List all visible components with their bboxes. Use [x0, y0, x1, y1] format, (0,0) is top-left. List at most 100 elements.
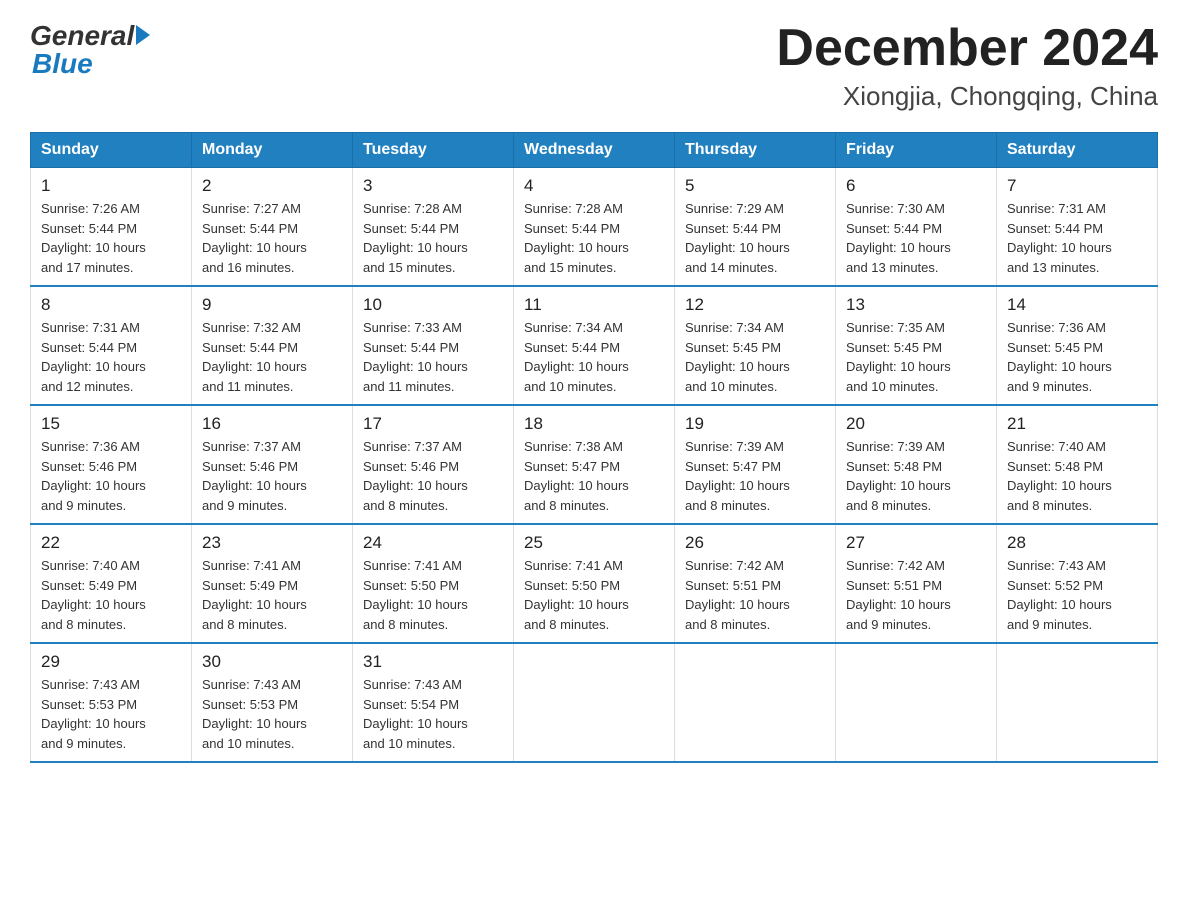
daylight-minutes-text: and 8 minutes.: [524, 615, 664, 635]
calendar-day-cell: [675, 643, 836, 762]
day-info: Sunrise: 7:27 AMSunset: 5:44 PMDaylight:…: [202, 199, 342, 277]
daylight-minutes-text: and 9 minutes.: [202, 496, 342, 516]
sunset-text: Sunset: 5:49 PM: [41, 576, 181, 596]
calendar-day-cell: 12Sunrise: 7:34 AMSunset: 5:45 PMDayligh…: [675, 286, 836, 405]
logo-blue-text: Blue: [32, 48, 93, 80]
daylight-minutes-text: and 11 minutes.: [363, 377, 503, 397]
day-number: 21: [1007, 414, 1147, 434]
day-info: Sunrise: 7:36 AMSunset: 5:46 PMDaylight:…: [41, 437, 181, 515]
day-number: 4: [524, 176, 664, 196]
sunrise-text: Sunrise: 7:38 AM: [524, 437, 664, 457]
calendar-week-row: 29Sunrise: 7:43 AMSunset: 5:53 PMDayligh…: [31, 643, 1158, 762]
location-title: Xiongjia, Chongqing, China: [776, 81, 1158, 112]
sunrise-text: Sunrise: 7:43 AM: [202, 675, 342, 695]
day-number: 1: [41, 176, 181, 196]
daylight-minutes-text: and 8 minutes.: [524, 496, 664, 516]
daylight-hours-text: Daylight: 10 hours: [685, 238, 825, 258]
calendar-day-cell: 22Sunrise: 7:40 AMSunset: 5:49 PMDayligh…: [31, 524, 192, 643]
day-info: Sunrise: 7:39 AMSunset: 5:48 PMDaylight:…: [846, 437, 986, 515]
sunset-text: Sunset: 5:53 PM: [41, 695, 181, 715]
daylight-minutes-text: and 11 minutes.: [202, 377, 342, 397]
sunset-text: Sunset: 5:44 PM: [202, 338, 342, 358]
sunrise-text: Sunrise: 7:43 AM: [41, 675, 181, 695]
daylight-minutes-text: and 8 minutes.: [1007, 496, 1147, 516]
day-number: 27: [846, 533, 986, 553]
day-number: 2: [202, 176, 342, 196]
calendar-day-cell: 21 Sunrise: 7:40 AMSunset: 5:48 PMDayligh…: [997, 405, 1158, 524]
daylight-minutes-text: and 8 minutes.: [363, 496, 503, 516]
day-info: Sunrise: 7:40 AMSunset: 5:48 PMDaylight:…: [1007, 437, 1147, 515]
day-number: 8: [41, 295, 181, 315]
daylight-minutes-text: and 9 minutes.: [1007, 615, 1147, 635]
sunset-text: Sunset: 5:44 PM: [363, 338, 503, 358]
day-number: 22: [41, 533, 181, 553]
sunset-text: Sunset: 5:48 PM: [846, 457, 986, 477]
sunset-text: Sunset: 5:46 PM: [363, 457, 503, 477]
daylight-hours-text: Daylight: 10 hours: [202, 476, 342, 496]
day-number: 9: [202, 295, 342, 315]
calendar-day-cell: 1Sunrise: 7:26 AMSunset: 5:44 PMDaylight…: [31, 168, 192, 287]
day-info: Sunrise: 7:36 AMSunset: 5:45 PMDaylight:…: [1007, 318, 1147, 396]
daylight-minutes-text: and 8 minutes.: [202, 615, 342, 635]
daylight-hours-text: Daylight: 10 hours: [363, 714, 503, 734]
daylight-hours-text: Daylight: 10 hours: [41, 595, 181, 615]
day-number: 25: [524, 533, 664, 553]
calendar-day-cell: 6Sunrise: 7:30 AMSunset: 5:44 PMDaylight…: [836, 168, 997, 287]
daylight-minutes-text: and 9 minutes.: [1007, 377, 1147, 397]
daylight-hours-text: Daylight: 10 hours: [524, 238, 664, 258]
calendar-day-cell: 8Sunrise: 7:31 AMSunset: 5:44 PMDaylight…: [31, 286, 192, 405]
sunrise-text: Sunrise: 7:33 AM: [363, 318, 503, 338]
logo-triangle-icon: [136, 25, 150, 45]
calendar-week-row: 1Sunrise: 7:26 AMSunset: 5:44 PMDaylight…: [31, 168, 1158, 287]
sunrise-text: Sunrise: 7:43 AM: [363, 675, 503, 695]
day-info: Sunrise: 7:28 AMSunset: 5:44 PMDaylight:…: [363, 199, 503, 277]
day-info: Sunrise: 7:43 AMSunset: 5:53 PMDaylight:…: [202, 675, 342, 753]
daylight-hours-text: Daylight: 10 hours: [1007, 595, 1147, 615]
day-info: Sunrise: 7:42 AMSunset: 5:51 PMDaylight:…: [685, 556, 825, 634]
sunset-text: Sunset: 5:51 PM: [846, 576, 986, 596]
calendar-week-row: 8Sunrise: 7:31 AMSunset: 5:44 PMDaylight…: [31, 286, 1158, 405]
daylight-minutes-text: and 10 minutes.: [524, 377, 664, 397]
sunrise-text: Sunrise: 7:29 AM: [685, 199, 825, 219]
day-info: Sunrise: 7:37 AMSunset: 5:46 PMDaylight:…: [202, 437, 342, 515]
daylight-minutes-text: and 17 minutes.: [41, 258, 181, 278]
calendar-day-cell: 2 Sunrise: 7:27 AMSunset: 5:44 PMDaylight…: [192, 168, 353, 287]
sunset-text: Sunset: 5:52 PM: [1007, 576, 1147, 596]
sunrise-text: Sunrise: 7:36 AM: [1007, 318, 1147, 338]
weekday-header-monday: Monday: [192, 133, 353, 168]
sunrise-text: Sunrise: 7:41 AM: [363, 556, 503, 576]
calendar-day-cell: [836, 643, 997, 762]
sunset-text: Sunset: 5:48 PM: [1007, 457, 1147, 477]
calendar-day-cell: 13Sunrise: 7:35 AMSunset: 5:45 PMDayligh…: [836, 286, 997, 405]
calendar-day-cell: 23Sunrise: 7:41 AMSunset: 5:49 PMDayligh…: [192, 524, 353, 643]
calendar-day-cell: [514, 643, 675, 762]
logo: General Blue: [30, 20, 150, 80]
day-info: Sunrise: 7:41 AMSunset: 5:50 PMDaylight:…: [363, 556, 503, 634]
calendar-day-cell: 11Sunrise: 7:34 AMSunset: 5:44 PMDayligh…: [514, 286, 675, 405]
calendar-day-cell: 28Sunrise: 7:43 AMSunset: 5:52 PMDayligh…: [997, 524, 1158, 643]
sunrise-text: Sunrise: 7:41 AM: [524, 556, 664, 576]
sunset-text: Sunset: 5:44 PM: [685, 219, 825, 239]
day-info: Sunrise: 7:35 AMSunset: 5:45 PMDaylight:…: [846, 318, 986, 396]
daylight-hours-text: Daylight: 10 hours: [846, 476, 986, 496]
daylight-hours-text: Daylight: 10 hours: [1007, 476, 1147, 496]
sunrise-text: Sunrise: 7:30 AM: [846, 199, 986, 219]
daylight-minutes-text: and 12 minutes.: [41, 377, 181, 397]
sunrise-text: Sunrise: 7:35 AM: [846, 318, 986, 338]
daylight-minutes-text: and 8 minutes.: [685, 615, 825, 635]
sunset-text: Sunset: 5:44 PM: [41, 338, 181, 358]
weekday-header-sunday: Sunday: [31, 133, 192, 168]
daylight-hours-text: Daylight: 10 hours: [363, 595, 503, 615]
day-info: Sunrise: 7:43 AMSunset: 5:54 PMDaylight:…: [363, 675, 503, 753]
sunset-text: Sunset: 5:54 PM: [363, 695, 503, 715]
calendar-day-cell: 10Sunrise: 7:33 AMSunset: 5:44 PMDayligh…: [353, 286, 514, 405]
day-info: Sunrise: 7:31 AMSunset: 5:44 PMDaylight:…: [1007, 199, 1147, 277]
day-info: Sunrise: 7:43 AMSunset: 5:53 PMDaylight:…: [41, 675, 181, 753]
daylight-minutes-text: and 15 minutes.: [363, 258, 503, 278]
sunrise-text: Sunrise: 7:31 AM: [1007, 199, 1147, 219]
daylight-minutes-text: and 9 minutes.: [41, 734, 181, 754]
daylight-hours-text: Daylight: 10 hours: [524, 476, 664, 496]
daylight-hours-text: Daylight: 10 hours: [524, 357, 664, 377]
day-number: 19: [685, 414, 825, 434]
calendar-day-cell: 18Sunrise: 7:38 AMSunset: 5:47 PMDayligh…: [514, 405, 675, 524]
